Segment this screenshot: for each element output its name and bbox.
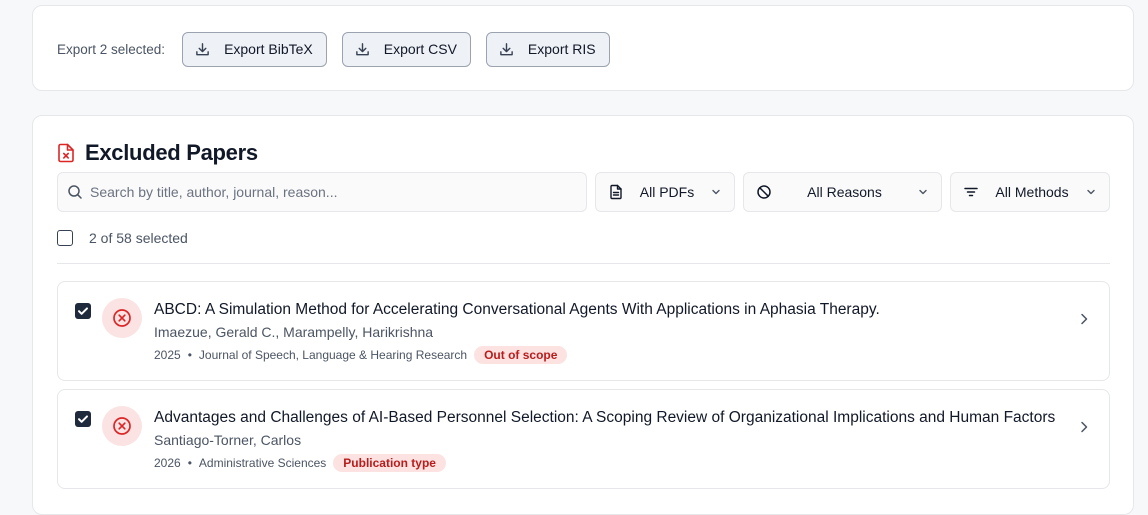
section-title: Excluded Papers [85,140,258,165]
x-circle-icon [113,417,131,435]
search-icon [68,185,82,199]
ban-icon [757,185,771,199]
download-icon [500,42,513,55]
section-header: Excluded Papers [57,140,258,166]
reason-filter-value: All Reasons [807,184,882,200]
method-filter-value: All Methods [995,184,1069,200]
meta-separator: • [187,348,192,362]
chevron-down-icon [919,189,927,195]
search-input[interactable] [90,173,580,211]
paper-authors: Santiago-Torner, Carlos [154,432,302,448]
select-all-checkbox[interactable] [57,230,73,246]
excluded-papers-panel: Excluded Papers All PDFs All Reasons All… [32,115,1134,515]
method-filter-select[interactable]: All Methods [950,172,1110,212]
paper-title[interactable]: Advantages and Challenges of AI-Based Pe… [154,409,1069,427]
paper-year: 2026 [154,456,181,470]
exclusion-reason-badge: Publication type [333,454,446,472]
exclusion-reason-badge: Out of scope [474,346,568,364]
chevron-down-icon [712,189,720,195]
chevron-right-icon[interactable] [1077,420,1091,434]
paper-meta: 2026 • Administrative Sciences Publicati… [154,454,446,472]
paper-checkbox[interactable] [75,411,91,427]
export-csv-button[interactable]: Export CSV [341,31,471,67]
filter-bar: All PDFs All Reasons All Methods [57,172,1110,212]
paper-title[interactable]: ABCD: A Simulation Method for Accelerati… [154,301,1069,319]
paper-card[interactable]: Advantages and Challenges of AI-Based Pe… [57,389,1110,489]
export-bibtex-label: Export BibTeX [224,41,313,57]
paper-checkbox[interactable] [75,303,91,319]
selection-summary: 2 of 58 selected [57,228,188,248]
pdf-filter-select[interactable]: All PDFs [595,172,735,212]
paper-meta: 2025 • Journal of Speech, Language & Hea… [154,346,568,364]
export-ris-label: Export RIS [527,41,596,57]
file-x-icon [58,143,74,163]
pdf-filter-value: All PDFs [639,184,695,200]
paper-authors: Imaezue, Gerald C., Marampelly, Harikris… [154,324,434,340]
chevron-down-icon [1087,189,1095,195]
download-icon [196,42,209,55]
selection-count: 2 of 58 selected [89,230,188,246]
paper-card[interactable]: ABCD: A Simulation Method for Accelerati… [57,281,1110,381]
chevron-right-icon[interactable] [1077,312,1091,326]
paper-year: 2025 [154,348,181,362]
paper-journal: Administrative Sciences [198,456,327,470]
x-circle-icon [113,309,131,327]
export-selected-label: Export 2 selected: [57,41,166,57]
export-panel: Export 2 selected: Export BibTeX Export … [32,5,1134,91]
reason-filter-select[interactable]: All Reasons [743,172,942,212]
divider [57,263,1110,264]
paper-journal: Journal of Speech, Language & Hearing Re… [198,348,468,362]
checkmark-icon [78,415,88,423]
checkmark-icon [78,307,88,315]
search-box [57,172,587,212]
download-icon [355,42,369,55]
meta-separator: • [187,456,192,470]
document-icon [610,184,622,200]
export-ris-button[interactable]: Export RIS [485,31,610,67]
filter-icon [964,187,978,197]
excluded-status [102,406,142,446]
excluded-status [102,298,142,338]
export-toolbar: Export 2 selected: Export BibTeX Export … [57,31,610,67]
export-bibtex-button[interactable]: Export BibTeX [182,31,327,67]
export-csv-label: Export CSV [383,41,457,57]
